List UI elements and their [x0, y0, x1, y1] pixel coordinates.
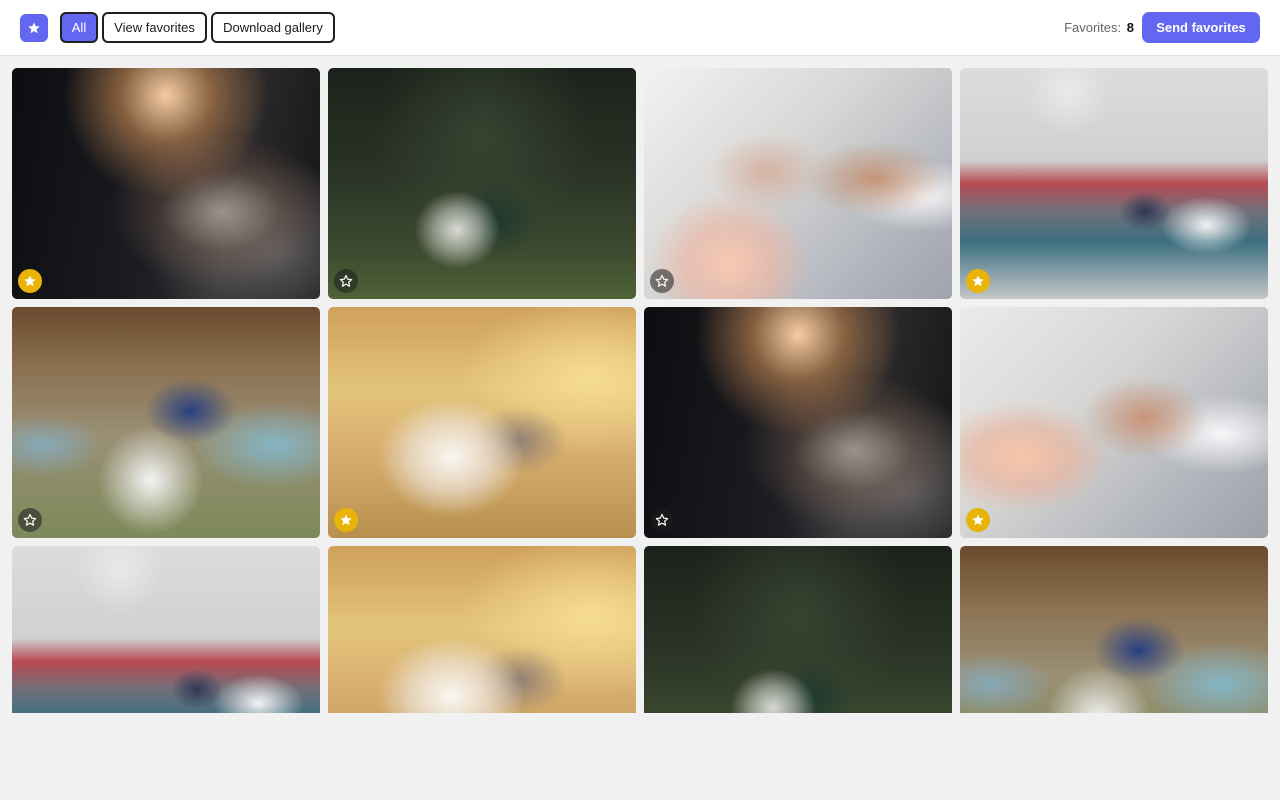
photo-balloons-pool[interactable]: [960, 68, 1268, 299]
photo-couple-palm[interactable]: [328, 68, 636, 299]
favorite-toggle-button[interactable]: [334, 508, 358, 532]
photo-couple-palm[interactable]: [644, 546, 952, 713]
favorite-toggle-button[interactable]: [334, 269, 358, 293]
view-favorites-button[interactable]: View favorites: [102, 12, 207, 43]
favorites-count: 8: [1126, 20, 1134, 35]
photo-tile[interactable]: [644, 546, 952, 713]
star-filled-icon: [24, 275, 36, 287]
photo-grid: [12, 68, 1268, 713]
photo-rings-hands[interactable]: [960, 307, 1268, 538]
favorite-toggle-button[interactable]: [650, 508, 674, 532]
photo-tile[interactable]: [12, 307, 320, 538]
photo-tile[interactable]: [328, 307, 636, 538]
photo-kiss-petals[interactable]: [960, 546, 1268, 713]
photo-tile[interactable]: [12, 546, 320, 713]
star-outline-icon: [655, 274, 669, 287]
star-filled-icon: [340, 514, 352, 526]
photo-bouquet-dark[interactable]: [644, 307, 952, 538]
photo-balloons-pool[interactable]: [12, 546, 320, 713]
photo-tile[interactable]: [328, 68, 636, 299]
photo-tile[interactable]: [960, 68, 1268, 299]
star-icon: [28, 22, 40, 34]
star-outline-icon: [339, 274, 353, 287]
logo[interactable]: [20, 14, 48, 42]
favorite-toggle-button[interactable]: [18, 269, 42, 293]
filter-all-button[interactable]: All: [60, 12, 98, 43]
photo-tile[interactable]: [12, 68, 320, 299]
favorite-toggle-button[interactable]: [966, 269, 990, 293]
photo-tile[interactable]: [644, 307, 952, 538]
photo-kiss-petals[interactable]: [12, 307, 320, 538]
photo-rings-hands[interactable]: [644, 68, 952, 299]
gallery-viewport[interactable]: [0, 56, 1280, 713]
photo-couple-lake[interactable]: [328, 546, 636, 713]
star-filled-icon: [972, 275, 984, 287]
photo-tile[interactable]: [960, 307, 1268, 538]
toolbar: All View favorites Download gallery Favo…: [0, 0, 1280, 56]
photo-tile[interactable]: [960, 546, 1268, 713]
star-filled-icon: [972, 514, 984, 526]
favorites-label: Favorites:: [1064, 20, 1122, 35]
photo-bouquet-dark[interactable]: [12, 68, 320, 299]
send-favorites-button[interactable]: Send favorites: [1142, 12, 1260, 43]
favorite-toggle-button[interactable]: [18, 508, 42, 532]
favorite-toggle-button[interactable]: [650, 269, 674, 293]
download-gallery-button[interactable]: Download gallery: [211, 12, 335, 43]
photo-couple-lake[interactable]: [328, 307, 636, 538]
photo-tile[interactable]: [328, 546, 636, 713]
star-outline-icon: [23, 513, 37, 526]
star-outline-icon: [655, 513, 669, 526]
favorites-counter: Favorites: 8: [1064, 20, 1134, 35]
favorite-toggle-button[interactable]: [966, 508, 990, 532]
photo-tile[interactable]: [644, 68, 952, 299]
